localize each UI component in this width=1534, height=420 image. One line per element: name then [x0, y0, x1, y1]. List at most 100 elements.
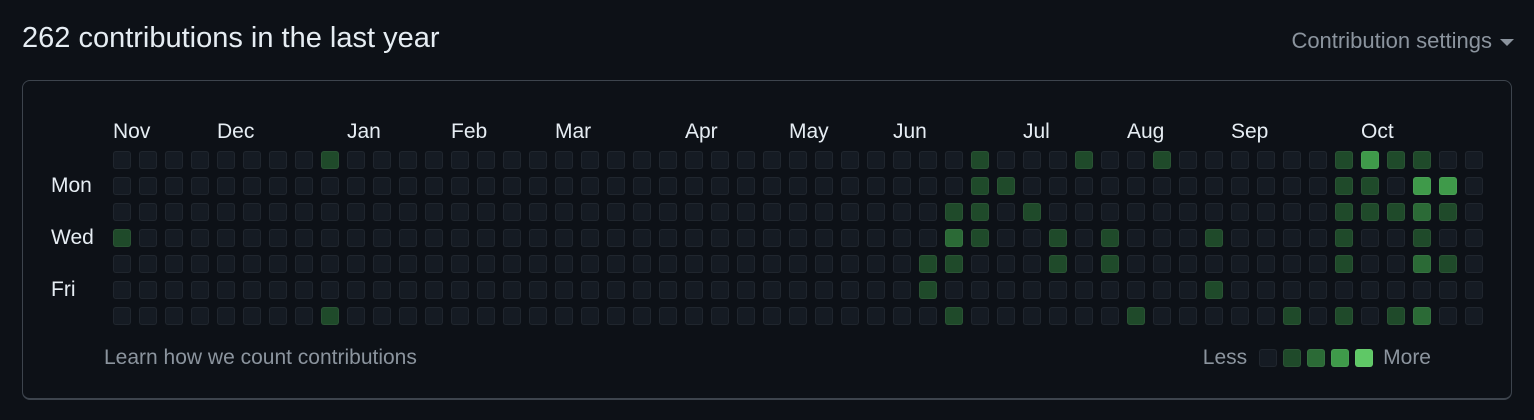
contribution-day-cell[interactable]	[919, 307, 937, 325]
contribution-day-cell[interactable]	[581, 177, 599, 195]
contribution-day-cell[interactable]	[789, 229, 807, 247]
contribution-day-cell[interactable]	[1205, 255, 1223, 273]
contribution-day-cell[interactable]	[1023, 255, 1041, 273]
contribution-day-cell[interactable]	[893, 307, 911, 325]
contribution-day-cell[interactable]	[1361, 255, 1379, 273]
contribution-day-cell[interactable]	[217, 255, 235, 273]
contribution-day-cell[interactable]	[1283, 281, 1301, 299]
contribution-day-cell[interactable]	[1335, 177, 1353, 195]
contribution-day-cell[interactable]	[1101, 151, 1119, 169]
contribution-day-cell[interactable]	[321, 255, 339, 273]
contribution-day-cell[interactable]	[1205, 177, 1223, 195]
contribution-day-cell[interactable]	[165, 307, 183, 325]
contribution-day-cell[interactable]	[867, 307, 885, 325]
contribution-day-cell[interactable]	[919, 281, 937, 299]
contribution-day-cell[interactable]	[763, 151, 781, 169]
contribution-day-cell[interactable]	[347, 307, 365, 325]
contribution-day-cell[interactable]	[321, 177, 339, 195]
contribution-day-cell[interactable]	[165, 177, 183, 195]
contribution-day-cell[interactable]	[1127, 229, 1145, 247]
contribution-day-cell[interactable]	[1335, 229, 1353, 247]
contribution-day-cell[interactable]	[1075, 151, 1093, 169]
contribution-day-cell[interactable]	[113, 151, 131, 169]
contribution-day-cell[interactable]	[399, 229, 417, 247]
contribution-day-cell[interactable]	[893, 203, 911, 221]
contribution-day-cell[interactable]	[763, 203, 781, 221]
contribution-day-cell[interactable]	[1231, 151, 1249, 169]
contribution-day-cell[interactable]	[477, 203, 495, 221]
contribution-day-cell[interactable]	[321, 203, 339, 221]
contribution-day-cell[interactable]	[997, 203, 1015, 221]
contribution-day-cell[interactable]	[763, 281, 781, 299]
contribution-day-cell[interactable]	[971, 203, 989, 221]
contribution-day-cell[interactable]	[1361, 177, 1379, 195]
contribution-day-cell[interactable]	[867, 177, 885, 195]
contribution-day-cell[interactable]	[1257, 255, 1275, 273]
contribution-day-cell[interactable]	[1179, 255, 1197, 273]
contribution-day-cell[interactable]	[737, 255, 755, 273]
contribution-day-cell[interactable]	[113, 307, 131, 325]
contribution-day-cell[interactable]	[373, 203, 391, 221]
contribution-day-cell[interactable]	[1413, 229, 1431, 247]
contribution-day-cell[interactable]	[737, 177, 755, 195]
contribution-day-cell[interactable]	[1127, 307, 1145, 325]
contribution-day-cell[interactable]	[1257, 151, 1275, 169]
contribution-day-cell[interactable]	[373, 255, 391, 273]
contribution-day-cell[interactable]	[1075, 307, 1093, 325]
contribution-day-cell[interactable]	[1335, 255, 1353, 273]
contribution-day-cell[interactable]	[659, 151, 677, 169]
contribution-day-cell[interactable]	[1153, 307, 1171, 325]
contribution-day-cell[interactable]	[633, 281, 651, 299]
contribution-day-cell[interactable]	[139, 281, 157, 299]
contribution-day-cell[interactable]	[737, 281, 755, 299]
contribution-day-cell[interactable]	[1439, 255, 1457, 273]
contribution-day-cell[interactable]	[633, 229, 651, 247]
contribution-day-cell[interactable]	[659, 255, 677, 273]
contribution-day-cell[interactable]	[815, 229, 833, 247]
contribution-day-cell[interactable]	[815, 203, 833, 221]
contribution-day-cell[interactable]	[737, 229, 755, 247]
contribution-day-cell[interactable]	[1205, 281, 1223, 299]
contribution-day-cell[interactable]	[607, 177, 625, 195]
contribution-day-cell[interactable]	[477, 229, 495, 247]
contribution-day-cell[interactable]	[529, 281, 547, 299]
contribution-day-cell[interactable]	[191, 307, 209, 325]
contribution-day-cell[interactable]	[1179, 281, 1197, 299]
contribution-day-cell[interactable]	[1465, 255, 1483, 273]
contribution-day-cell[interactable]	[971, 229, 989, 247]
contribution-day-cell[interactable]	[243, 307, 261, 325]
contribution-day-cell[interactable]	[659, 177, 677, 195]
contribution-day-cell[interactable]	[867, 229, 885, 247]
contribution-day-cell[interactable]	[1335, 281, 1353, 299]
contribution-day-cell[interactable]	[373, 177, 391, 195]
contribution-day-cell[interactable]	[477, 307, 495, 325]
contribution-day-cell[interactable]	[1075, 229, 1093, 247]
contribution-day-cell[interactable]	[1231, 203, 1249, 221]
contribution-day-cell[interactable]	[347, 177, 365, 195]
contribution-day-cell[interactable]	[295, 203, 313, 221]
contribution-day-cell[interactable]	[165, 229, 183, 247]
contribution-day-cell[interactable]	[789, 151, 807, 169]
contribution-day-cell[interactable]	[1361, 229, 1379, 247]
contribution-day-cell[interactable]	[685, 151, 703, 169]
contribution-day-cell[interactable]	[451, 177, 469, 195]
contribution-day-cell[interactable]	[945, 177, 963, 195]
contribution-day-cell[interactable]	[1257, 281, 1275, 299]
contribution-day-cell[interactable]	[243, 281, 261, 299]
contribution-day-cell[interactable]	[295, 177, 313, 195]
contribution-day-cell[interactable]	[503, 255, 521, 273]
contribution-day-cell[interactable]	[685, 203, 703, 221]
contribution-day-cell[interactable]	[1335, 203, 1353, 221]
contribution-day-cell[interactable]	[1283, 229, 1301, 247]
contribution-day-cell[interactable]	[529, 229, 547, 247]
contribution-day-cell[interactable]	[789, 307, 807, 325]
contribution-day-cell[interactable]	[503, 229, 521, 247]
contribution-day-cell[interactable]	[1205, 203, 1223, 221]
contribution-day-cell[interactable]	[139, 229, 157, 247]
contribution-day-cell[interactable]	[1257, 177, 1275, 195]
contribution-day-cell[interactable]	[1205, 229, 1223, 247]
contribution-day-cell[interactable]	[1335, 151, 1353, 169]
contribution-day-cell[interactable]	[555, 307, 573, 325]
contribution-day-cell[interactable]	[1101, 203, 1119, 221]
contribution-day-cell[interactable]	[971, 307, 989, 325]
